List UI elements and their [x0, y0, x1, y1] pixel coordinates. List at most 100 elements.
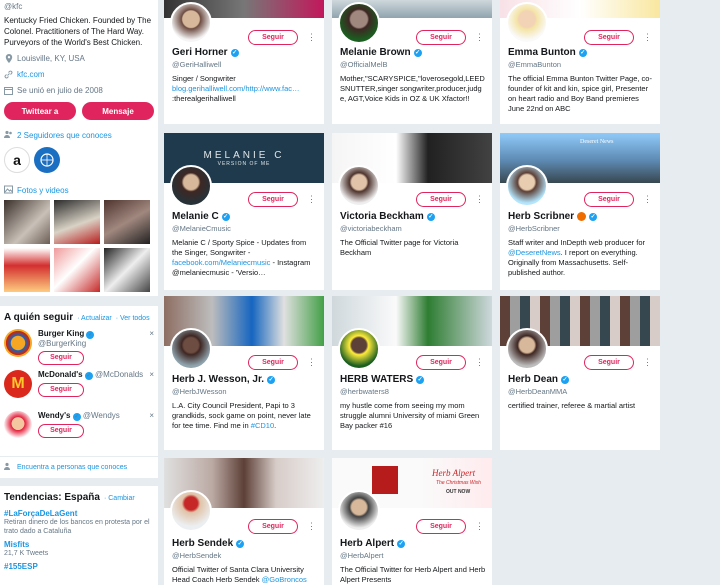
more-options-icon[interactable]: ⋮: [307, 194, 316, 205]
user-card[interactable]: Herb Alpert The Christmas Wish OUT NOW S…: [332, 458, 492, 585]
follow-button[interactable]: Seguir: [584, 192, 634, 207]
view-all-link[interactable]: · Ver todos: [116, 315, 150, 322]
media-thumb[interactable]: [54, 200, 100, 244]
media-thumb[interactable]: [104, 248, 150, 292]
user-card[interactable]: Deseret News Seguir ⋮ Herb Scribner ✓ @He…: [500, 133, 660, 290]
follow-button[interactable]: Seguir: [38, 423, 84, 438]
avatar[interactable]: [170, 328, 212, 370]
user-name[interactable]: Victoria Beckham: [340, 211, 424, 222]
user-card[interactable]: Seguir ⋮ Herb Dean ✓ @HerbDeanMMA certifi…: [500, 296, 660, 450]
follow-button[interactable]: Seguir: [248, 192, 298, 207]
follow-button[interactable]: Seguir: [416, 30, 466, 45]
trend-item[interactable]: #LaForçaDeLaGent Retiran dinero de los b…: [4, 509, 154, 536]
user-name[interactable]: Herb J. Wesson, Jr.: [172, 374, 264, 385]
media-thumb[interactable]: [4, 200, 50, 244]
user-card[interactable]: Seguir ⋮ Emma Bunton ✓ @EmmaBunton The of…: [500, 0, 660, 124]
suggestion-name[interactable]: Wendy's: [38, 411, 70, 420]
wendys-avatar[interactable]: [4, 411, 32, 439]
user-name[interactable]: Geri Horner: [172, 47, 228, 58]
bio-link[interactable]: @DeseretNews: [508, 248, 561, 257]
more-options-icon[interactable]: ⋮: [475, 357, 484, 368]
more-options-icon[interactable]: ⋮: [643, 32, 652, 43]
trend-name[interactable]: #LaForçaDeLaGent: [4, 509, 154, 518]
user-card[interactable]: Seguir ⋮ HERB WATERS ✓ @herbwaters8 my hu…: [332, 296, 492, 450]
media-thumb[interactable]: [54, 248, 100, 292]
user-name[interactable]: Herb Alpert: [340, 538, 394, 549]
media-section-header[interactable]: Fotos y videos: [4, 185, 154, 196]
media-thumb[interactable]: [4, 248, 50, 292]
follow-button[interactable]: Seguir: [38, 382, 84, 397]
user-name[interactable]: Melanie Brown: [340, 47, 411, 58]
suggestion-name[interactable]: McDonald's: [38, 370, 83, 379]
user-card[interactable]: Seguir ⋮ Geri Horner ✓ @GeriHalliwell Sin…: [164, 0, 324, 124]
user-name[interactable]: Melanie C: [172, 211, 219, 222]
dismiss-icon[interactable]: ×: [149, 411, 154, 447]
follow-button[interactable]: Seguir: [248, 519, 298, 534]
follow-button[interactable]: Seguir: [248, 30, 298, 45]
follow-button[interactable]: Seguir: [416, 192, 466, 207]
trend-item[interactable]: #155ESP: [4, 562, 154, 571]
followers-you-know-label[interactable]: 2 Seguidores que conoces: [17, 131, 112, 140]
find-people-label[interactable]: Encuentra a personas que conoces: [17, 464, 127, 471]
avatar[interactable]: [506, 165, 548, 207]
bio-link[interactable]: facebook.com/Melaniecmusic: [172, 258, 270, 267]
follow-button[interactable]: Seguir: [416, 355, 466, 370]
trend-name[interactable]: #155ESP: [4, 562, 154, 571]
user-name[interactable]: Herb Sendek: [172, 538, 233, 549]
website-link[interactable]: kfc.com: [17, 70, 45, 79]
bio-link[interactable]: blog.gerihalliwell.com/http://www.fac…: [172, 84, 300, 93]
more-options-icon[interactable]: ⋮: [475, 521, 484, 532]
avatar[interactable]: [338, 328, 380, 370]
avatar[interactable]: [338, 165, 380, 207]
avatar[interactable]: [506, 2, 548, 44]
more-options-icon[interactable]: ⋮: [307, 521, 316, 532]
trend-item[interactable]: Misfits 21,7 K Tweets: [4, 540, 154, 558]
tweet-to-button[interactable]: Twittear a: [4, 102, 76, 120]
trend-name[interactable]: Misfits: [4, 540, 154, 549]
user-card[interactable]: Seguir ⋮ Herb J. Wesson, Jr. ✓ @HerbJWess…: [164, 296, 324, 450]
suggestion-name[interactable]: Burger King: [38, 329, 84, 338]
user-handle: @HerbDeanMMA: [508, 387, 568, 396]
message-button[interactable]: Mensaje: [82, 102, 154, 120]
more-options-icon[interactable]: ⋮: [475, 194, 484, 205]
avatar[interactable]: [338, 490, 380, 532]
mcdonalds-avatar[interactable]: M: [4, 370, 32, 398]
change-trends-link[interactable]: · Cambiar: [104, 495, 135, 502]
follow-button[interactable]: Seguir: [584, 30, 634, 45]
avatar[interactable]: [506, 328, 548, 370]
follower-avatar-un[interactable]: [34, 147, 60, 173]
user-card[interactable]: MELANIE C VERSION OF ME Seguir ⋮ Melanie…: [164, 133, 324, 290]
dismiss-icon[interactable]: ×: [149, 329, 154, 365]
user-name[interactable]: Herb Scribner: [508, 211, 574, 222]
user-name[interactable]: Herb Dean: [508, 374, 558, 385]
follower-avatar-amazon[interactable]: a: [4, 147, 30, 173]
avatar[interactable]: [170, 490, 212, 532]
avatar[interactable]: [338, 2, 380, 44]
followers-you-know[interactable]: 2 Seguidores que conoces: [4, 130, 154, 141]
user-name[interactable]: HERB WATERS: [340, 374, 413, 385]
profile-website[interactable]: kfc.com: [4, 70, 154, 79]
media-thumb[interactable]: [104, 200, 150, 244]
avatar[interactable]: [170, 2, 212, 44]
user-card[interactable]: Seguir ⋮ Melanie Brown ✓ @OfficialMelB Mo…: [332, 0, 492, 124]
bio-link[interactable]: @GoBroncos: [262, 575, 307, 584]
follow-button[interactable]: Seguir: [248, 355, 298, 370]
user-card[interactable]: Seguir ⋮ Herb Sendek ✓ @HerbSendek Offici…: [164, 458, 324, 585]
bio-link[interactable]: #CD10: [251, 421, 274, 430]
media-label[interactable]: Fotos y videos: [17, 186, 69, 195]
follow-button[interactable]: Seguir: [416, 519, 466, 534]
burger-king-avatar[interactable]: [4, 329, 32, 357]
follow-button[interactable]: Seguir: [584, 355, 634, 370]
more-options-icon[interactable]: ⋮: [307, 357, 316, 368]
dismiss-icon[interactable]: ×: [149, 370, 154, 406]
avatar[interactable]: [170, 165, 212, 207]
user-card[interactable]: Seguir ⋮ Victoria Beckham ✓ @victoriabeck…: [332, 133, 492, 290]
find-people-link[interactable]: Encuentra a personas que conoces: [0, 456, 158, 478]
user-name[interactable]: Emma Bunton: [508, 47, 576, 58]
more-options-icon[interactable]: ⋮: [643, 357, 652, 368]
more-options-icon[interactable]: ⋮: [307, 32, 316, 43]
follow-button[interactable]: Seguir: [38, 350, 84, 365]
more-options-icon[interactable]: ⋮: [475, 32, 484, 43]
refresh-link[interactable]: · Actualizar: [77, 315, 112, 322]
more-options-icon[interactable]: ⋮: [643, 194, 652, 205]
